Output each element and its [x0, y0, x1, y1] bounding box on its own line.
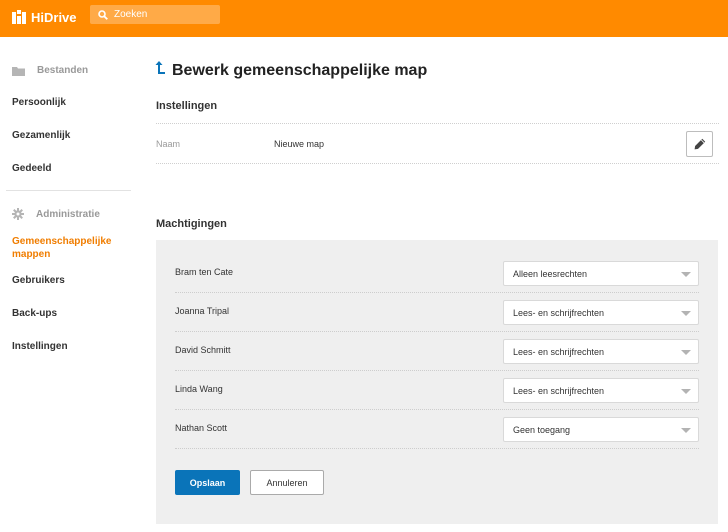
divider [156, 163, 719, 164]
chevron-down-icon [681, 389, 691, 394]
sidebar-section-label: Administratie [36, 208, 100, 220]
sidebar: Bestanden Persoonlijk Gezamenlijk Gedeel… [0, 37, 140, 532]
access-value: Geen toegang [513, 425, 571, 435]
user-name: David Schmitt [175, 345, 231, 355]
permissions-heading: Machtigingen [156, 218, 227, 230]
sidebar-item-instellingen[interactable]: Instellingen [12, 340, 68, 353]
gear-icon [12, 208, 24, 220]
access-select[interactable]: Lees- en schrijfrechten [503, 339, 699, 364]
sidebar-item-back-ups[interactable]: Back-ups [12, 307, 57, 320]
permission-row: David Schmitt Lees- en schrijfrechten [175, 332, 699, 371]
permission-row: Joanna Tripal Lees- en schrijfrechten [175, 293, 699, 332]
back-arrow-icon[interactable] [155, 60, 166, 81]
divider [156, 123, 719, 124]
cancel-button[interactable]: Annuleren [250, 470, 324, 495]
chevron-down-icon [681, 350, 691, 355]
save-button[interactable]: Opslaan [175, 470, 240, 495]
chevron-down-icon [681, 311, 691, 316]
pencil-icon [694, 138, 705, 150]
permission-row: Bram ten Cate Alleen leesrechten [175, 254, 699, 293]
top-bar: HiDrive [0, 0, 728, 37]
user-name: Bram ten Cate [175, 267, 234, 277]
sidebar-item-persoonlijk[interactable]: Persoonlijk [12, 96, 66, 109]
search-box[interactable] [90, 5, 220, 24]
search-input[interactable] [114, 9, 214, 20]
sidebar-item-gezamenlijk[interactable]: Gezamenlijk [12, 129, 70, 142]
permission-row: Nathan Scott Geen toegang [175, 410, 699, 449]
search-icon [98, 9, 108, 20]
sidebar-item-gedeeld[interactable]: Gedeeld [12, 162, 51, 175]
access-value: Alleen leesrechten [513, 269, 588, 279]
folder-icon [12, 66, 25, 76]
page-title: Bewerk gemeenschappelijke map [155, 60, 427, 81]
user-name: Joanna Tripal [175, 306, 230, 316]
user-name: Linda Wang [175, 384, 223, 394]
permission-row: Linda Wang Lees- en schrijfrechten [175, 371, 699, 410]
user-name: Nathan Scott [175, 423, 228, 433]
logo-text: HiDrive [31, 9, 77, 25]
page-title-text: Bewerk gemeenschappelijke map [172, 61, 428, 79]
access-select[interactable]: Geen toegang [503, 417, 699, 442]
sidebar-divider [6, 190, 131, 191]
sidebar-item-gebruikers[interactable]: Gebruikers [12, 274, 65, 287]
sidebar-section-files: Bestanden [12, 65, 88, 76]
access-select[interactable]: Lees- en schrijfrechten [503, 378, 699, 403]
access-value: Lees- en schrijfrechten [513, 308, 605, 318]
chevron-down-icon [681, 272, 691, 277]
settings-heading: Instellingen [156, 100, 218, 112]
access-value: Lees- en schrijfrechten [513, 386, 605, 396]
sidebar-item-gemeenschappelijke-mappen[interactable]: Gemeenschappelijke mappen [12, 235, 122, 261]
access-value: Lees- en schrijfrechten [513, 347, 605, 357]
access-select[interactable]: Lees- en schrijfrechten [503, 300, 699, 325]
sidebar-section-admin: Administratie [12, 208, 100, 220]
chevron-down-icon [681, 428, 691, 433]
hidrive-logo[interactable]: HiDrive [12, 9, 77, 25]
name-value: Nieuwe map [274, 139, 325, 149]
name-label: Naam [156, 139, 181, 149]
access-select[interactable]: Alleen leesrechten [503, 261, 699, 286]
sidebar-section-label: Bestanden [37, 65, 89, 76]
edit-name-button[interactable] [686, 131, 713, 157]
hidrive-logo-icon [12, 10, 26, 24]
permissions-panel: Bram ten Cate Alleen leesrechten Joanna … [156, 240, 718, 524]
